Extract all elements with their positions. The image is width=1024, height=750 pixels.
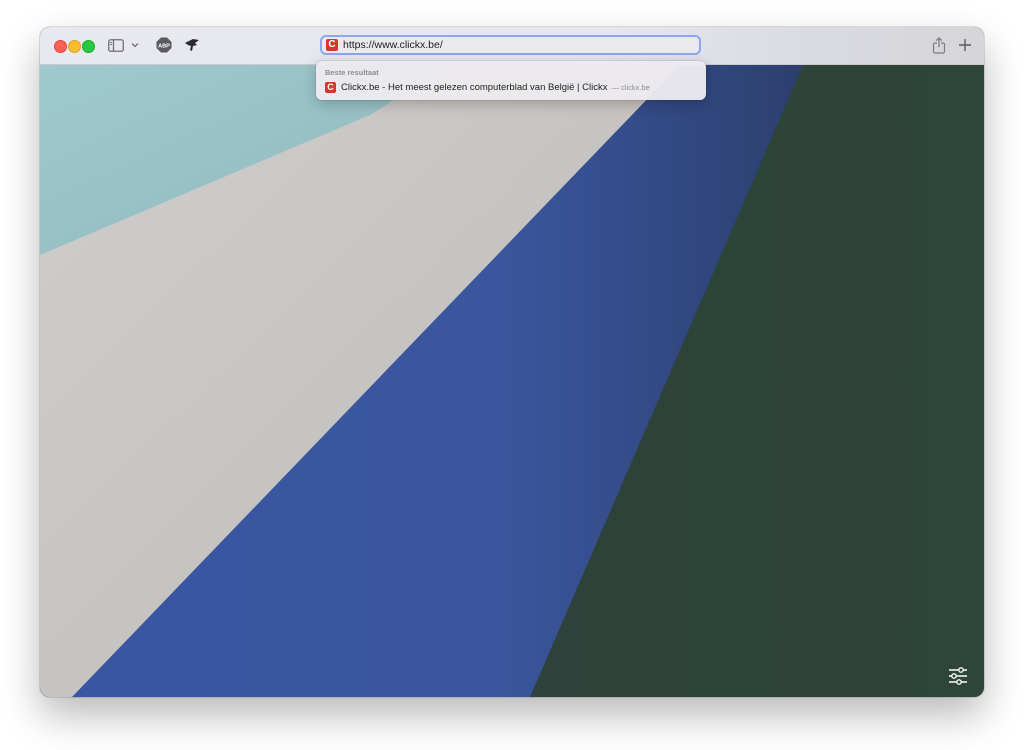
bird-extension-icon[interactable] xyxy=(184,37,200,53)
sidebar-icon[interactable] xyxy=(108,38,124,52)
address-suggestions-dropdown: Beste resultaat C Clickx.be - Het meest … xyxy=(316,61,706,100)
maximize-window-button[interactable] xyxy=(82,40,95,53)
sliders-icon[interactable] xyxy=(947,665,969,687)
share-icon[interactable] xyxy=(931,36,947,54)
svg-text:ABP: ABP xyxy=(158,44,170,50)
suggestion-title: Clickx.be - Het meest gelezen computerbl… xyxy=(341,82,608,93)
clickx-favicon-icon: C xyxy=(325,82,336,93)
toolbar: ABP C https://www.clickx.be/ xyxy=(40,27,984,65)
adblock-plus-icon[interactable]: ABP xyxy=(156,37,172,53)
suggestion-item[interactable]: C Clickx.be - Het meest gelezen computer… xyxy=(325,82,650,93)
address-bar[interactable]: C https://www.clickx.be/ xyxy=(320,35,701,55)
wallpaper-graphic xyxy=(40,65,984,697)
minimize-window-button[interactable] xyxy=(68,40,81,53)
address-url: https://www.clickx.be/ xyxy=(343,39,443,51)
page-content-wallpaper xyxy=(40,65,984,697)
close-window-button[interactable] xyxy=(54,40,67,53)
suggestions-heading: Beste resultaat xyxy=(325,68,379,77)
browser-window: ABP C https://www.clickx.be/ Beste resul… xyxy=(40,27,984,697)
suggestion-domain: — clickx.be xyxy=(611,83,650,92)
plus-icon[interactable] xyxy=(956,36,974,54)
chevron-down-icon[interactable] xyxy=(130,38,140,52)
clickx-favicon-icon: C xyxy=(326,39,338,51)
